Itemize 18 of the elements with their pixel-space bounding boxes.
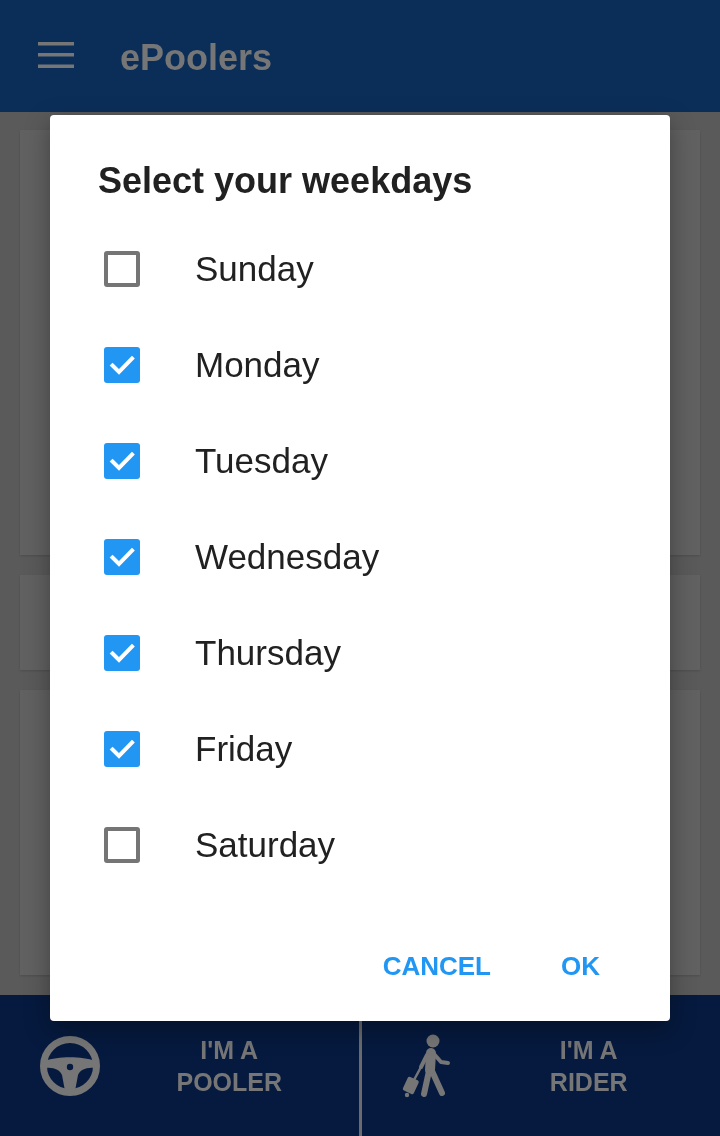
checkbox[interactable]: [104, 635, 140, 671]
weekday-label: Friday: [195, 728, 293, 770]
menu-icon[interactable]: [38, 42, 74, 68]
weekday-label: Thursday: [195, 632, 341, 674]
weekday-label: Saturday: [195, 824, 336, 866]
steering-wheel-icon: [40, 1035, 100, 1096]
checkbox[interactable]: [104, 731, 140, 767]
weekday-label: Wednesday: [195, 536, 380, 578]
checkbox[interactable]: [104, 443, 140, 479]
dialog-title: Select your weekdays: [98, 161, 473, 201]
checkbox[interactable]: [104, 539, 140, 575]
checkbox[interactable]: [104, 827, 140, 863]
app-title: ePoolers: [120, 36, 273, 80]
checkbox[interactable]: [104, 347, 140, 383]
weekday-label: Tuesday: [195, 440, 328, 482]
weekday-label: Sunday: [195, 248, 314, 290]
checkbox[interactable]: [104, 251, 140, 287]
weekday-label: Monday: [195, 344, 320, 386]
